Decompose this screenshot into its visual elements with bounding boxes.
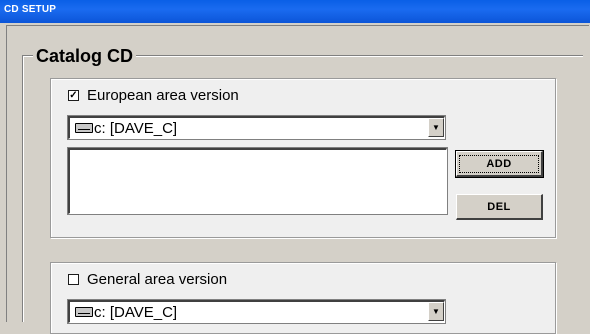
check-mark-icon: ✓ (69, 90, 78, 101)
catalog-cd-label: Catalog CD (33, 46, 137, 67)
drive-icon (75, 307, 93, 317)
general-drive-select[interactable]: c: [DAVE_C] ▼ (68, 300, 445, 323)
general-area-checkbox-row[interactable]: General area version (68, 271, 227, 288)
del-button[interactable]: DEL (456, 194, 543, 220)
general-area-checkbox-label: General area version (87, 271, 228, 288)
general-area-checkbox[interactable] (68, 274, 79, 285)
add-button-label: ADD (459, 154, 539, 173)
european-area-checkbox[interactable]: ✓ (68, 90, 79, 101)
window-title: CD SETUP (4, 4, 57, 15)
add-button[interactable]: ADD (455, 150, 544, 178)
drive-icon (75, 123, 93, 133)
european-drive-value: c: [DAVE_C] (94, 120, 178, 137)
european-cd-listbox[interactable] (68, 148, 447, 214)
title-bar: CD SETUP (0, 0, 590, 23)
chevron-down-icon[interactable]: ▼ (428, 118, 444, 137)
del-button-label: DEL (487, 200, 511, 213)
european-drive-select[interactable]: c: [DAVE_C] ▼ (68, 116, 445, 139)
european-area-checkbox-label: European area version (87, 87, 239, 104)
general-drive-value: c: [DAVE_C] (94, 304, 178, 321)
chevron-down-icon[interactable]: ▼ (428, 302, 444, 321)
european-area-checkbox-row[interactable]: ✓ European area version (68, 87, 239, 104)
